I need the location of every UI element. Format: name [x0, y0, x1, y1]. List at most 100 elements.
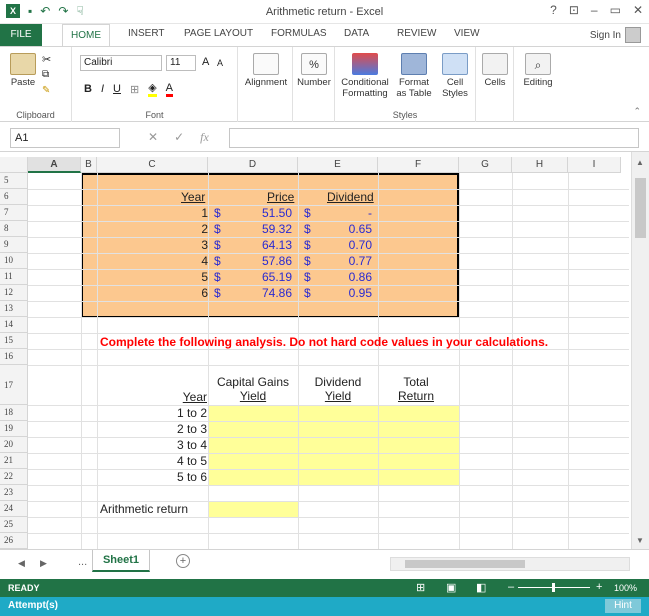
- price-cell[interactable]: 51.50: [240, 206, 292, 220]
- row-header-23[interactable]: 23: [0, 485, 28, 501]
- select-all-corner[interactable]: [0, 157, 28, 173]
- number-button[interactable]: % Number: [294, 53, 334, 88]
- price-cell[interactable]: 64.13: [240, 238, 292, 252]
- column-header-b[interactable]: B: [81, 157, 97, 173]
- price-cell[interactable]: 74.86: [240, 286, 292, 300]
- row-header-24[interactable]: 24: [0, 501, 28, 517]
- restore-icon[interactable]: ▭: [610, 3, 621, 17]
- row-header-26[interactable]: 26: [0, 533, 28, 549]
- font-name-select[interactable]: Calibri: [80, 55, 162, 71]
- format-painter-icon[interactable]: ✎: [42, 85, 50, 96]
- conditional-formatting-button[interactable]: Conditional Formatting: [339, 53, 391, 99]
- hint-button[interactable]: Hint: [605, 599, 641, 613]
- normal-view-icon[interactable]: ⊞: [416, 581, 425, 594]
- next-sheet-icon[interactable]: ▶: [40, 558, 47, 569]
- vertical-scrollbar[interactable]: ▲ ▼: [631, 152, 649, 549]
- dividend-cell[interactable]: 0.65: [330, 222, 372, 236]
- row-header-13[interactable]: 13: [0, 301, 28, 317]
- fill-color-icon[interactable]: ◈: [148, 81, 157, 97]
- row-header-18[interactable]: 18: [0, 405, 28, 421]
- tab-home[interactable]: HOME: [62, 24, 110, 47]
- row-header-17[interactable]: 17: [0, 365, 28, 405]
- alignment-button[interactable]: Alignment: [242, 53, 290, 88]
- tab-insert[interactable]: INSERT: [128, 28, 165, 39]
- horizontal-scrollbar-thumb[interactable]: [405, 560, 525, 568]
- column-header-g[interactable]: G: [459, 157, 512, 173]
- formula-input[interactable]: [229, 128, 639, 148]
- tab-formulas[interactable]: FORMULAS: [271, 28, 327, 39]
- scroll-up-icon[interactable]: ▲: [636, 158, 644, 167]
- paste-button[interactable]: Paste: [8, 53, 38, 88]
- scroll-down-icon[interactable]: ▼: [636, 536, 644, 545]
- italic-icon[interactable]: I: [101, 83, 104, 95]
- sign-in-button[interactable]: Sign In: [590, 27, 641, 43]
- column-header-i[interactable]: I: [568, 157, 621, 173]
- sheet-tab-sheet1[interactable]: Sheet1: [92, 550, 150, 572]
- font-size-select[interactable]: 11: [166, 55, 196, 71]
- tab-page-layout[interactable]: PAGE LAYOUT: [184, 28, 253, 39]
- help-icon[interactable]: ?: [550, 3, 557, 17]
- cell-styles-button[interactable]: Cell Styles: [437, 53, 473, 99]
- price-cell[interactable]: 65.19: [240, 270, 292, 284]
- answer-cells-fill[interactable]: [208, 405, 459, 485]
- row-header-15[interactable]: 15: [0, 333, 28, 349]
- price-cell[interactable]: 59.32: [240, 222, 292, 236]
- minimize-icon[interactable]: –: [591, 3, 598, 17]
- collapse-ribbon-icon[interactable]: ⌃: [633, 106, 641, 117]
- tab-file[interactable]: FILE: [0, 24, 42, 46]
- column-header-a[interactable]: A: [28, 157, 81, 173]
- increase-font-icon[interactable]: A: [202, 56, 209, 68]
- add-sheet-icon[interactable]: +: [176, 554, 190, 568]
- zoom-slider-thumb[interactable]: [552, 583, 555, 592]
- name-box[interactable]: A1: [10, 128, 120, 148]
- close-icon[interactable]: ✕: [633, 3, 643, 17]
- row-header-12[interactable]: 12: [0, 285, 28, 301]
- tab-review[interactable]: REVIEW: [397, 28, 436, 39]
- worksheet-grid[interactable]: A B C D E F G H I 5 6 7 8 9 10 11 12 13 …: [0, 152, 649, 549]
- arithmetic-return-label[interactable]: Arithmetic return: [100, 502, 188, 516]
- dividend-cell[interactable]: 0.86: [330, 270, 372, 284]
- column-header-f[interactable]: F: [378, 157, 459, 173]
- period-label[interactable]: 5 to 6: [100, 470, 207, 484]
- dividend-cell[interactable]: -: [330, 206, 372, 220]
- row-header-8[interactable]: 8: [0, 221, 28, 237]
- row-header-9[interactable]: 9: [0, 237, 28, 253]
- period-label[interactable]: 3 to 4: [100, 438, 207, 452]
- year-cell[interactable]: 4: [181, 254, 208, 268]
- bold-icon[interactable]: B: [84, 83, 92, 95]
- arithmetic-return-answer-cell[interactable]: [208, 501, 298, 518]
- tab-data[interactable]: DATA: [344, 28, 369, 39]
- borders-icon[interactable]: ⊞: [130, 83, 139, 96]
- zoom-in-icon[interactable]: +: [596, 581, 602, 593]
- year-cell[interactable]: 5: [181, 270, 208, 284]
- row-header-10[interactable]: 10: [0, 253, 28, 269]
- row-header-20[interactable]: 20: [0, 437, 28, 453]
- editing-button[interactable]: ⌕ Editing: [518, 53, 558, 88]
- cancel-icon[interactable]: ✕: [148, 130, 158, 145]
- page-break-view-icon[interactable]: ◧: [476, 581, 486, 594]
- row-header-6[interactable]: 6: [0, 189, 28, 205]
- copy-icon[interactable]: ⧉: [42, 69, 49, 80]
- insert-function-icon[interactable]: fx: [200, 130, 209, 145]
- zoom-level[interactable]: 100%: [614, 583, 637, 593]
- price-cell[interactable]: 57.86: [240, 254, 292, 268]
- column-header-h[interactable]: H: [512, 157, 568, 173]
- row-header-7[interactable]: 7: [0, 205, 28, 221]
- format-as-table-button[interactable]: Format as Table: [393, 53, 435, 99]
- year-cell[interactable]: 3: [181, 238, 208, 252]
- row-header-25[interactable]: 25: [0, 517, 28, 533]
- decrease-font-icon[interactable]: A: [217, 58, 223, 68]
- ribbon-display-icon[interactable]: ⊡: [569, 3, 579, 17]
- row-header-5[interactable]: 5: [0, 173, 28, 189]
- row-header-22[interactable]: 22: [0, 469, 28, 485]
- font-color-icon[interactable]: A: [165, 82, 173, 97]
- column-header-d[interactable]: D: [208, 157, 298, 173]
- period-label[interactable]: 1 to 2: [100, 406, 207, 420]
- underline-icon[interactable]: U: [113, 83, 121, 95]
- period-label[interactable]: 2 to 3: [100, 422, 207, 436]
- year-cell[interactable]: 6: [181, 286, 208, 300]
- enter-icon[interactable]: ✓: [174, 130, 184, 145]
- dividend-cell[interactable]: 0.70: [330, 238, 372, 252]
- cells-button[interactable]: Cells: [478, 53, 512, 88]
- more-sheets[interactable]: ...: [78, 556, 87, 568]
